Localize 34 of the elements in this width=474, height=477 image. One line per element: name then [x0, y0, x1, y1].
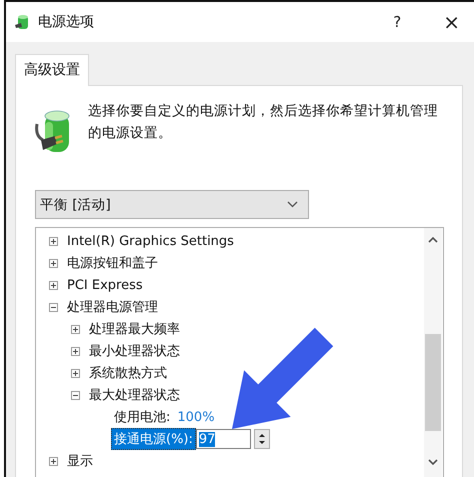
tree-item[interactable]: 处理器最大频率: [89, 320, 180, 338]
plan-dropdown[interactable]: 平衡 [活动]: [35, 190, 309, 219]
tree-item[interactable]: Intel(R) Graphics Settings: [67, 234, 234, 248]
scrollbar[interactable]: [424, 228, 442, 477]
chevron-down-icon: [287, 201, 298, 208]
tree-item[interactable]: 显示: [67, 452, 93, 470]
collapse-icon[interactable]: [71, 390, 80, 400]
tree-item[interactable]: PCI Express: [67, 278, 143, 292]
tree-item[interactable]: 电源按钮和盖子: [67, 254, 158, 272]
close-button[interactable]: ×: [443, 10, 460, 34]
tree-item[interactable]: 系统散热方式: [89, 364, 167, 382]
scroll-down-icon[interactable]: [427, 458, 439, 466]
tab[interactable]: 高级设置: [15, 54, 89, 86]
window-title: 电源选项: [38, 13, 94, 31]
description-text: 选择你要自定义的电源计划，然后选择你希望计算机管理的电源设置。: [88, 102, 439, 143]
spin-buttons[interactable]: [254, 429, 270, 449]
scrollbar-thumb[interactable]: [425, 334, 441, 431]
expand-icon[interactable]: [49, 236, 58, 246]
setting-value[interactable]: 100%: [177, 410, 215, 424]
tree-item[interactable]: 最大处理器状态: [89, 386, 180, 404]
number-field[interactable]: 97: [196, 429, 251, 449]
setting-label[interactable]: 使用电池:: [111, 406, 174, 428]
expand-icon[interactable]: [49, 258, 58, 268]
expand-icon[interactable]: [71, 324, 80, 334]
expand-icon[interactable]: [71, 346, 80, 356]
tree-item[interactable]: 处理器电源管理: [67, 298, 158, 316]
expand-icon[interactable]: [49, 456, 58, 466]
tree-item[interactable]: 最小处理器状态: [89, 342, 180, 360]
collapse-icon[interactable]: [49, 302, 58, 312]
setting-label[interactable]: 接通电源(%):: [111, 428, 196, 450]
expand-icon[interactable]: [49, 280, 58, 290]
expand-icon[interactable]: [71, 368, 80, 378]
help-button[interactable]: ?: [393, 13, 402, 31]
scroll-up-icon[interactable]: [427, 236, 439, 244]
